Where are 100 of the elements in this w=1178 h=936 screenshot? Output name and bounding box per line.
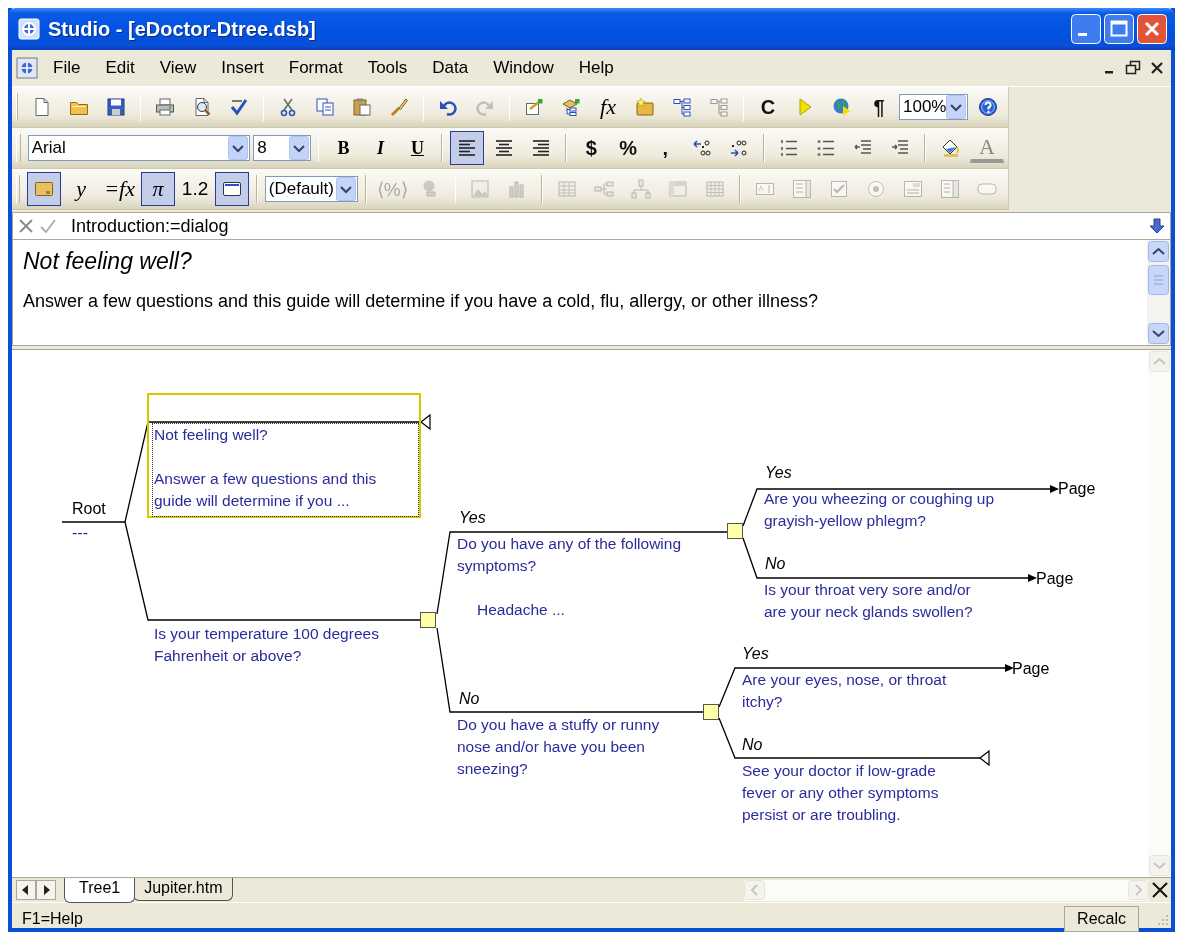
table-header-icon [668, 179, 689, 199]
decimal-decrease-icon [729, 138, 750, 158]
paragraph: Answer a few questions and this guide will determine if you have a cold, flu, allergy, or other illness? [23, 291, 820, 312]
toolbar-button[interactable] [27, 172, 62, 206]
node-text[interactable]: Are your eyes, nose, or throat itchy? [742, 669, 982, 713]
sheet-tab[interactable]: Jupiter.htm [133, 878, 234, 901]
tree-icon [672, 97, 692, 117]
menu-item[interactable]: Tools [360, 54, 415, 82]
expand-icon[interactable] [1148, 217, 1166, 235]
dropdown[interactable]: 8 [253, 135, 311, 161]
paint-bucket-icon [940, 138, 960, 158]
decision-node[interactable] [727, 523, 743, 539]
dropdown-button[interactable] [288, 136, 309, 160]
toolbar-button[interactable]: , [648, 131, 683, 165]
toolbar-button[interactable]: y [64, 172, 99, 206]
window-icon [18, 18, 40, 40]
menu-item[interactable]: Window [486, 54, 561, 82]
scroll-down-button[interactable] [1148, 323, 1169, 344]
window-title: Studio - [eDoctor-Dtree.dsb] [48, 17, 316, 41]
decision-node[interactable] [420, 612, 436, 628]
page-icon [32, 97, 52, 117]
list-box-icon [791, 179, 812, 199]
branch-label: Yes [459, 508, 486, 528]
menu-item[interactable]: Format [281, 54, 350, 82]
form-icon [902, 179, 923, 199]
root-label[interactable]: Root [72, 498, 106, 520]
page-magnifier-icon [192, 97, 212, 117]
help-icon [978, 97, 999, 117]
folder-star-icon [635, 97, 655, 117]
scroll-thumb[interactable] [1148, 265, 1169, 295]
toolbar-button[interactable]: % [611, 131, 646, 165]
clipboard-icon [352, 97, 372, 117]
node-text[interactable]: Is your throat very sore and/or are your neck glands swollen? [764, 579, 996, 623]
node-title: Not feeling well? [154, 425, 269, 445]
dropdown-button[interactable] [336, 177, 357, 201]
toolbar-button[interactable]: B [326, 131, 361, 165]
toolbar-button[interactable] [450, 131, 485, 165]
scroll-up-button[interactable] [1148, 241, 1169, 262]
stack-icon [561, 97, 581, 117]
branch-label: Yes [742, 644, 769, 664]
menu-item[interactable]: Insert [214, 54, 271, 82]
align-left-icon [457, 138, 478, 158]
grid-icon [705, 179, 726, 199]
dropdown[interactable]: Arial [27, 135, 251, 161]
page-link[interactable]: Page [1012, 658, 1050, 680]
dialog-node[interactable] [147, 393, 421, 518]
scissors-icon [278, 97, 298, 117]
toolbar-button[interactable]: C [751, 90, 785, 124]
menu-item[interactable]: Data [425, 54, 476, 82]
page-link[interactable]: Page [1058, 478, 1096, 500]
maximize-button[interactable] [1104, 14, 1134, 44]
node-text[interactable]: See your doctor if low-grade fever or any other symptoms persist or are troubling. [742, 760, 954, 826]
sheet-tab[interactable]: Tree1 [64, 878, 136, 903]
flow-icon [594, 179, 615, 199]
node-text[interactable]: Are you wheezing or coughing up grayish-yellow phlegm? [764, 488, 1016, 532]
toolbar-button[interactable]: I [363, 131, 398, 165]
heading: Not feeling well? [23, 248, 193, 275]
toolbar-button[interactable]: fx [591, 90, 625, 124]
toolbar-button[interactable]: π [141, 172, 176, 206]
previous-tab-button[interactable] [16, 880, 36, 900]
dropdown-button[interactable] [228, 136, 249, 160]
toolbar-button[interactable] [215, 172, 250, 206]
decision-node[interactable] [703, 704, 719, 720]
toolbar-button[interactable]: $ [574, 131, 609, 165]
hierarchy-icon [631, 179, 652, 199]
checkbox-icon [828, 179, 849, 199]
dropdown-button[interactable] [946, 95, 967, 119]
node-note: Headache ... [477, 600, 565, 620]
cancel-icon[interactable] [17, 217, 35, 235]
toolbar-button[interactable]: ¶ [862, 90, 896, 124]
floppy-icon [106, 97, 126, 117]
root-value: --- [72, 523, 88, 543]
card-icon [34, 179, 55, 199]
document-icon[interactable] [16, 57, 38, 79]
page-link[interactable]: Page [1036, 568, 1074, 590]
toolbar-button[interactable]: 1.2 [178, 172, 213, 206]
toolbar-button[interactable]: =fx [101, 172, 139, 206]
scrollbar[interactable] [1147, 240, 1170, 345]
node-text[interactable]: Do you have a stuffy or runny nose and/or have you been sneezing? [457, 714, 693, 780]
dropdown[interactable]: 100% [899, 94, 969, 120]
node-text[interactable]: Do you have any of the following symptoms? [457, 533, 727, 577]
menu-item[interactable]: Help [571, 54, 621, 82]
menu-item[interactable]: File [46, 54, 88, 82]
list-icon [939, 179, 960, 199]
copy-icon [315, 97, 335, 117]
dropdown[interactable]: (Default) [264, 176, 359, 202]
node-text[interactable]: Is your temperature 100 degrees Fahrenheit or above? [154, 623, 429, 667]
node-text: Answer a few questions and this guide will determine if you ... [154, 469, 378, 511]
branch-label: No [459, 689, 480, 709]
status-indicator: Recalc [1064, 906, 1139, 932]
toolbar-button[interactable]: U [400, 131, 435, 165]
check-mark-icon [229, 97, 249, 117]
radio-icon [865, 179, 886, 199]
window-icon [222, 179, 243, 199]
menu-item[interactable]: Edit [98, 54, 142, 82]
restore-button[interactable] [1125, 59, 1141, 77]
check-icon[interactable] [39, 217, 57, 235]
menu-item[interactable]: View [152, 54, 204, 82]
next-tab-button[interactable] [36, 880, 56, 900]
tree-icon [709, 97, 729, 117]
